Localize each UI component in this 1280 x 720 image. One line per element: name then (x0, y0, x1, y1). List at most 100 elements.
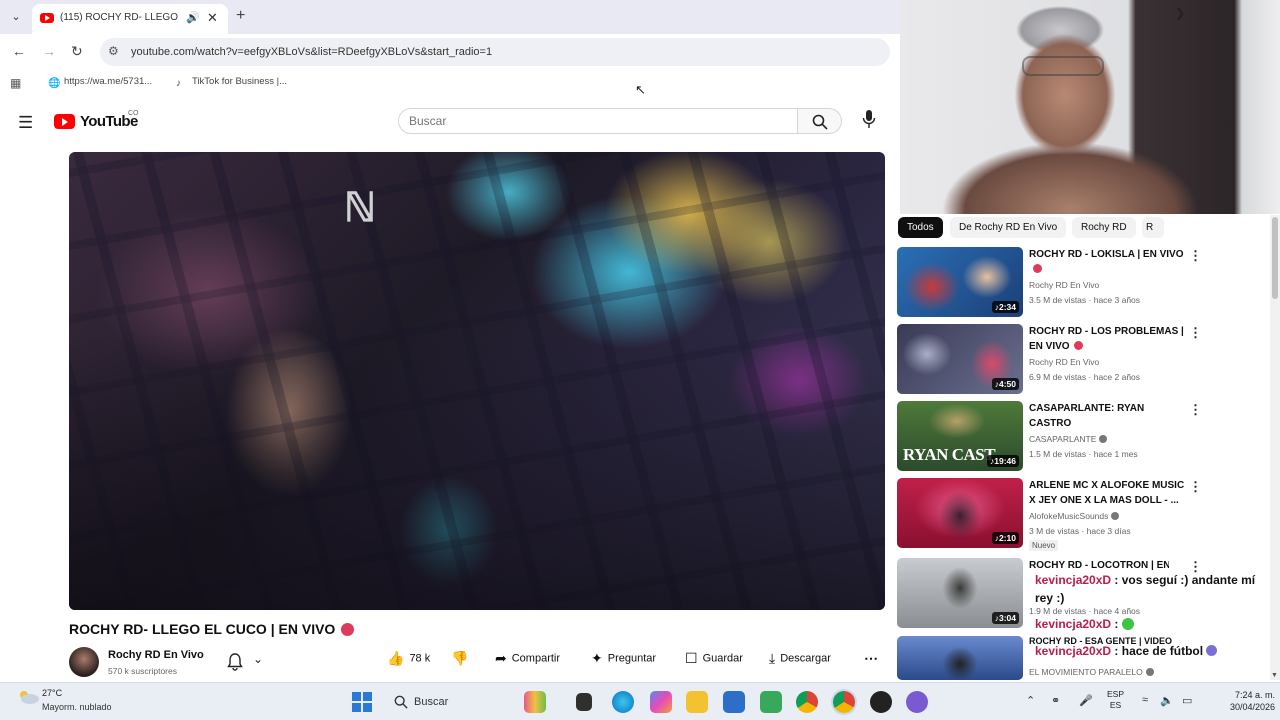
address-bar[interactable]: ⚙ youtube.com/watch?v=eefgyXBLoVs&list=R… (100, 38, 890, 66)
subscriber-count: 570 k suscriptores (108, 666, 177, 676)
chevron-down-icon[interactable]: ⌄ (253, 652, 263, 666)
chat-message: kevincja20xD : (1035, 617, 1134, 631)
copilot-icon[interactable] (650, 691, 672, 713)
recommendation-channel[interactable]: AlofokeMusicSounds (1029, 511, 1120, 521)
windows-start-icon[interactable] (352, 692, 372, 712)
chrome-icon[interactable] (796, 691, 818, 713)
download-button[interactable]: ⤓ Descargar (769, 650, 831, 674)
video-shade (69, 332, 885, 610)
menu-hamburger-icon[interactable]: ☰ (18, 113, 33, 133)
scrollbar-thumb[interactable] (1272, 217, 1278, 299)
wifi-icon[interactable]: ≈ (1142, 694, 1148, 706)
sidebar-scrollbar[interactable]: ▼ (1270, 215, 1280, 680)
share-label: Compartir (511, 652, 561, 665)
more-vert-icon[interactable]: ⋮ (1189, 479, 1202, 495)
tab-close-icon[interactable]: ✕ (207, 10, 218, 26)
recommendation-channel[interactable]: EL MOVIMIENTO PARALELO (1029, 667, 1154, 677)
recommendation-item[interactable]: 4:50 ROCHY RD - LOS PROBLEMAS | EN VIVO … (897, 324, 1267, 398)
language-indicator[interactable]: ESP ES (1107, 689, 1124, 711)
video-player[interactable]: ℕ (69, 152, 885, 610)
recommendation-channel[interactable]: Rochy RD En Vivo (1029, 280, 1099, 290)
forward-arrow-icon[interactable]: → (42, 43, 56, 59)
more-vert-icon[interactable]: ⋮ (1189, 248, 1202, 264)
new-tab-plus-icon[interactable]: + (236, 7, 245, 25)
live-dot-icon (1073, 341, 1083, 350)
more-actions-icon[interactable]: ⋯ (864, 650, 878, 674)
recommendation-thumbnail[interactable]: 4:50 (897, 324, 1023, 394)
volume-icon[interactable]: 🔈 (1160, 694, 1174, 707)
tab-search-chevron-icon[interactable]: ⌄ (6, 8, 26, 26)
recommendation-channel[interactable]: CASAPARLANTE (1029, 434, 1108, 444)
recommendation-thumbnail[interactable] (897, 636, 1023, 680)
recommendation-title: CASAPARLANTE: RYAN CASTRO (1029, 403, 1145, 429)
back-arrow-icon[interactable]: ← (12, 43, 26, 59)
chevron-right-icon[interactable]: ❯ (1175, 6, 1185, 20)
battery-icon[interactable]: ▭ (1182, 694, 1192, 707)
recommendation-thumbnail[interactable]: 2:10 (897, 478, 1023, 548)
recommendation-item[interactable]: RYAN CAST 19:46 CASAPARLANTE: RYAN CASTR… (897, 401, 1267, 475)
save-button[interactable]: ☐ Guardar (685, 650, 743, 674)
dislike-button[interactable]: 👎 (451, 650, 473, 674)
app-dark-icon[interactable] (870, 691, 892, 713)
app-purple-icon[interactable] (906, 691, 928, 713)
tray-network-icon[interactable]: ⚭ (1051, 694, 1060, 707)
recommendation-item[interactable]: 2:10 ARLENE MC X ALOFOKE MUSIC X JEY ONE… (897, 478, 1267, 552)
duration-badge: 2:34 (991, 301, 1019, 313)
thumbs-down-icon: 👎 (451, 650, 469, 666)
chip-rochy-rd[interactable]: Rochy RD (1072, 217, 1136, 238)
tray-mic-icon[interactable]: 🎤 (1079, 694, 1093, 707)
chat-username: kevincja20xD (1035, 573, 1112, 587)
task-view-icon[interactable] (576, 693, 592, 711)
taskbar-search-label: Buscar (414, 696, 449, 708)
recommendation-thumbnail[interactable]: 2:34 (897, 247, 1023, 317)
recommendation-item[interactable]: 2:34 ROCHY RD - LOKISLA | EN VIVO Rochy … (897, 247, 1267, 321)
edge-browser-icon[interactable] (612, 691, 634, 713)
bell-icon[interactable] (227, 653, 243, 671)
microsoft-store-icon[interactable] (723, 691, 745, 713)
bookmark-whatsapp[interactable]: 🌐 https://wa.me/5731... (48, 76, 152, 89)
notepad-icon[interactable] (760, 691, 782, 713)
flowers-widget-icon[interactable] (524, 691, 546, 713)
scroll-down-icon[interactable]: ▼ (1271, 672, 1278, 679)
recommendation-channel[interactable]: Rochy RD En Vivo (1029, 357, 1099, 367)
recommendation-thumbnail[interactable]: 3:04 (897, 558, 1023, 628)
site-info-icon[interactable]: ⚙ (108, 44, 119, 58)
football-emoji-icon (1206, 645, 1218, 656)
weather-description[interactable]: Mayorm. nublado (42, 702, 112, 712)
download-label: Descargar (780, 652, 831, 665)
recommendation-title: ARLENE MC X ALOFOKE MUSIC X JEY ONE X LA… (1029, 480, 1185, 506)
browser-tab-youtube[interactable]: (115) ROCHY RD- LLEGO E 🔊 ✕ (32, 4, 228, 34)
chip-partial[interactable]: R (1142, 217, 1164, 238)
system-clock[interactable]: 7:24 a. m. 30/04/2026 (1220, 689, 1275, 713)
share-button[interactable]: ➦ Compartir (495, 650, 560, 674)
channel-avatar[interactable] (69, 647, 99, 677)
chrome-active-icon[interactable] (833, 691, 855, 713)
file-explorer-icon[interactable] (686, 691, 708, 713)
bookmark-tiktok[interactable]: ♪ TikTok for Business |... (176, 76, 287, 89)
ask-button[interactable]: ✦ Preguntar (591, 650, 656, 674)
apps-grid-icon[interactable]: ▦ (10, 76, 21, 90)
more-vert-icon[interactable]: ⋮ (1189, 402, 1202, 418)
cloudy-weather-icon[interactable] (16, 689, 40, 705)
channel-name[interactable]: Rochy RD En Vivo (108, 649, 204, 661)
weather-temperature[interactable]: 27°C (42, 688, 62, 698)
search-icon (812, 114, 828, 130)
search-button[interactable] (798, 108, 842, 134)
youtube-logo-icon[interactable] (54, 114, 75, 129)
browser-tab-bar: ⌄ (115) ROCHY RD- LLEGO E 🔊 ✕ + (0, 0, 900, 34)
recommendation-thumbnail[interactable]: RYAN CAST 19:46 (897, 401, 1023, 471)
like-button[interactable]: 👍 78 k (387, 650, 430, 674)
live-dot-icon (1033, 264, 1042, 273)
video-title: ROCHY RD- LLEGO EL CUCO | EN VIVO (69, 621, 355, 637)
taskbar-search[interactable]: Buscar (386, 689, 506, 715)
search-box[interactable] (398, 108, 798, 134)
more-vert-icon[interactable]: ⋮ (1189, 325, 1202, 341)
chip-channel[interactable]: De Rochy RD En Vivo (950, 217, 1067, 238)
recommendation-item[interactable]: ROCHY RD - ESA GENTE | VIDEO EL MOVIMIEN… (897, 636, 1267, 680)
tray-overflow-icon[interactable]: ⌃ (1026, 694, 1035, 707)
microphone-icon[interactable] (862, 109, 876, 129)
chip-all[interactable]: Todos (898, 217, 943, 238)
tab-audio-icon[interactable]: 🔊 (186, 11, 200, 24)
reload-icon[interactable]: ↻ (71, 43, 83, 60)
search-input[interactable] (409, 114, 779, 128)
